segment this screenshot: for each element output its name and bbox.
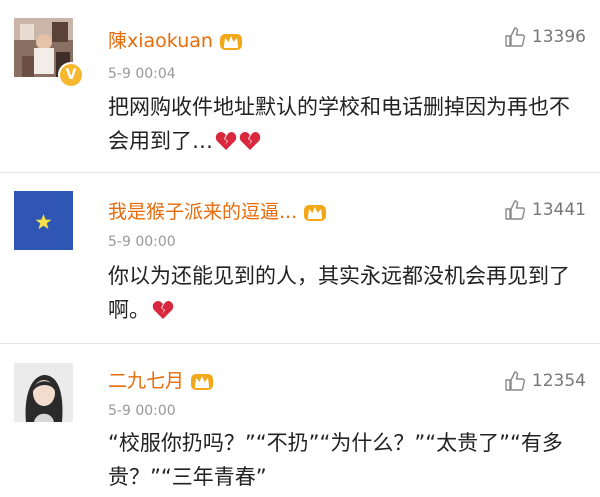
like-button[interactable]: 13396 bbox=[504, 26, 586, 48]
like-button[interactable]: 13441 bbox=[504, 199, 586, 221]
crown-icon bbox=[191, 374, 214, 390]
like-button[interactable]: 12354 bbox=[504, 370, 586, 392]
broken-heart-icon bbox=[152, 301, 174, 319]
like-count: 13441 bbox=[531, 200, 586, 220]
timestamp: 5-9 00:00 bbox=[108, 234, 176, 250]
broken-heart-icon bbox=[239, 132, 261, 150]
comment-text: “校服你扔吗？”“不扔”“为什么？”“太贵了”“有多贵？”“三年青春” bbox=[108, 431, 563, 489]
comment-text-content: 把网购收件地址默认的学校和电话删掉因为再也不会用到了… bbox=[108, 95, 570, 153]
verified-badge-icon: V bbox=[58, 62, 84, 88]
comment-text: 把网购收件地址默认的学校和电话删掉因为再也不会用到了… bbox=[108, 90, 578, 158]
avatar[interactable] bbox=[14, 363, 73, 422]
username-text[interactable]: 我是猴子派来的逗逼... bbox=[108, 201, 297, 223]
crown-icon bbox=[304, 205, 327, 221]
comment-item: 二九七月 12354 5-9 00:00 “校服你扔吗？”“不扔”“为什么？”“… bbox=[0, 344, 600, 497]
username[interactable]: 二九七月 bbox=[108, 366, 214, 393]
comment-item: 我是猴子派来的逗逼... 13441 5-9 00:00 你以为还能见到的人，其… bbox=[0, 173, 600, 343]
like-count: 12354 bbox=[531, 371, 586, 391]
comment-item: V 陳xiaokuan 13396 5-9 00:04 把网购收件地址默认的学校… bbox=[0, 0, 600, 172]
thumbs-up-icon bbox=[505, 27, 525, 47]
broken-heart-icon bbox=[215, 132, 237, 150]
username[interactable]: 我是猴子派来的逗逼... bbox=[108, 197, 327, 224]
thumbs-up-icon bbox=[505, 371, 525, 391]
comment-text-content: 你以为还能见到的人，其实永远都没机会再见到了啊。 bbox=[108, 264, 570, 322]
username[interactable]: 陳xiaokuan bbox=[108, 26, 243, 53]
thumbs-up-icon bbox=[505, 200, 525, 220]
timestamp: 5-9 00:00 bbox=[108, 403, 176, 419]
timestamp: 5-9 00:04 bbox=[108, 66, 176, 82]
username-text[interactable]: 二九七月 bbox=[108, 370, 184, 392]
crown-icon bbox=[219, 34, 242, 50]
username-text[interactable]: 陳xiaokuan bbox=[108, 30, 213, 52]
avatar[interactable] bbox=[14, 191, 73, 250]
comment-text: 你以为还能见到的人，其实永远都没机会再见到了啊。 bbox=[108, 259, 578, 327]
like-count: 13396 bbox=[531, 27, 586, 47]
